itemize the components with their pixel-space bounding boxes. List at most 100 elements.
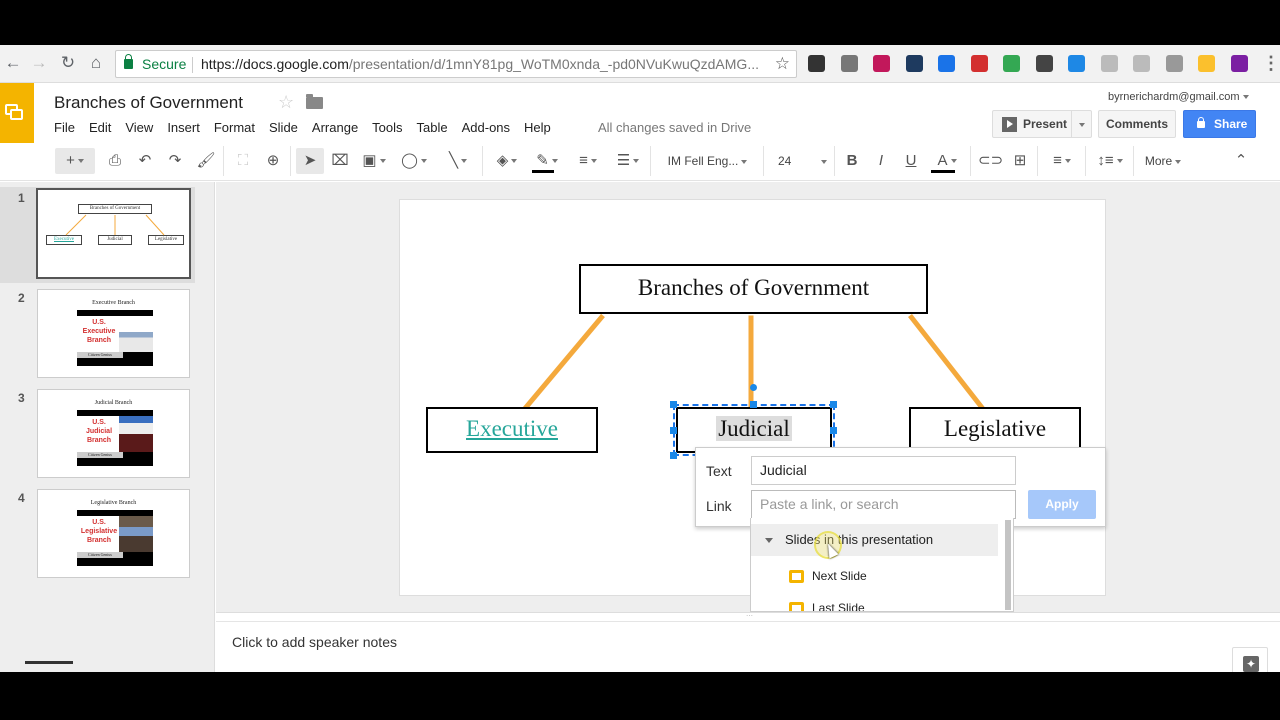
arrow-up-extension-icon[interactable] xyxy=(1068,55,1085,72)
forward-icon[interactable]: → xyxy=(29,53,49,73)
speaker-notes[interactable]: Click to add speaker notes ✦ xyxy=(216,621,1280,672)
menu-file[interactable]: File xyxy=(54,120,75,135)
dropdown-scrollbar[interactable] xyxy=(1005,520,1011,610)
select-tool-icon[interactable]: ➤ xyxy=(296,148,324,174)
camera-extension-icon[interactable] xyxy=(873,55,890,72)
menu-slide[interactable]: Slide xyxy=(269,120,298,135)
news-extension-icon[interactable] xyxy=(905,55,923,72)
slide-thumbnail-1[interactable]: 1 Branches of Government Executive Judic… xyxy=(0,187,195,283)
border-weight-icon[interactable]: ≡ xyxy=(571,148,605,174)
line-icon[interactable]: ╲ xyxy=(440,148,476,174)
menu-help[interactable]: Help xyxy=(524,120,551,135)
slides-section-header[interactable]: Slides in this presentation xyxy=(751,524,998,556)
circle-grey-extension-icon[interactable] xyxy=(1133,55,1150,72)
print-icon[interactable]: ⎙ xyxy=(104,148,126,174)
italic-icon[interactable]: I xyxy=(870,148,892,174)
facebook-icon[interactable] xyxy=(1165,55,1183,72)
font-size-select[interactable]: 24 xyxy=(770,148,828,174)
border-dash-icon[interactable]: ☰ xyxy=(611,148,645,174)
notes-extension-icon[interactable] xyxy=(1198,55,1215,72)
connector-judicial[interactable] xyxy=(748,315,754,410)
bookmark-star-icon[interactable]: ☆ xyxy=(775,51,790,77)
branch-graphic: U.S. Executive Branch Citizen Genius xyxy=(77,310,153,366)
onenote-icon[interactable] xyxy=(1230,55,1248,72)
paint-format-icon[interactable]: 🖌 xyxy=(195,148,217,174)
home-icon[interactable]: ⌂ xyxy=(86,53,106,73)
slide-thumbnail-3[interactable]: 3 Judicial Branch U.S. Judicial Branch Cit… xyxy=(0,387,215,483)
folder-icon[interactable] xyxy=(306,94,323,109)
back-icon[interactable]: ← xyxy=(3,53,23,73)
drive-grey-icon[interactable] xyxy=(1100,55,1118,72)
menu-edit[interactable]: Edit xyxy=(89,120,111,135)
resize-handle[interactable] xyxy=(670,401,677,408)
option-last-slide[interactable]: Last Slide xyxy=(789,601,865,611)
text-color-icon[interactable]: A xyxy=(929,148,965,174)
add-comment-icon[interactable]: ⊞ xyxy=(1009,148,1031,174)
lightbulb-extension-icon[interactable] xyxy=(840,55,858,72)
executive-link[interactable]: Executive xyxy=(466,416,558,441)
chrome-menu-icon[interactable]: ⋮ xyxy=(1262,53,1280,74)
executive-box[interactable]: Executive xyxy=(426,407,598,453)
redo-icon[interactable]: ↷ xyxy=(164,148,186,174)
chevron-down-icon xyxy=(1079,122,1085,127)
google-drive-icon[interactable] xyxy=(1003,55,1020,72)
resize-handle[interactable] xyxy=(670,452,677,459)
filmstrip-scrollbar[interactable] xyxy=(25,661,73,664)
image-icon[interactable]: ▣ xyxy=(358,148,390,174)
share-button[interactable]: Share xyxy=(1183,110,1256,138)
menu-addons[interactable]: Add-ons xyxy=(462,120,510,135)
reload-icon[interactable]: ↻ xyxy=(58,53,78,73)
fill-color-icon[interactable]: ◈ xyxy=(490,148,524,174)
present-button[interactable]: Present xyxy=(992,110,1092,138)
bold-icon[interactable]: B xyxy=(841,148,863,174)
account-switcher[interactable]: byrnerichardm@gmail.com xyxy=(1108,91,1249,103)
owl-extension-icon[interactable] xyxy=(808,55,825,72)
menu-arrange[interactable]: Arrange xyxy=(312,120,358,135)
option-next-slide[interactable]: Next Slide xyxy=(789,569,867,584)
resize-handle[interactable] xyxy=(830,427,837,434)
slides-logo-icon[interactable] xyxy=(0,83,34,143)
zoom-fit-icon[interactable]: ⛶ xyxy=(232,148,254,174)
new-slide-button[interactable]: + xyxy=(55,148,95,174)
menu-insert[interactable]: Insert xyxy=(167,120,200,135)
address-bar[interactable]: Secure https://docs.google.com/presentat… xyxy=(115,50,797,78)
explore-button[interactable]: ✦ xyxy=(1232,647,1268,672)
link-text-input[interactable]: Judicial xyxy=(751,456,1016,485)
apply-button[interactable]: Apply xyxy=(1028,490,1096,519)
comments-button[interactable]: Comments xyxy=(1098,110,1176,138)
notes-resize-handle[interactable]: ⋯ xyxy=(216,612,1280,620)
thumbnail-image: Executive Branch U.S. Executive Branch Cit… xyxy=(37,289,190,378)
border-color-icon[interactable]: ✎ xyxy=(530,148,564,174)
connector-executive[interactable] xyxy=(516,313,605,419)
menu-format[interactable]: Format xyxy=(214,120,255,135)
line-spacing-icon[interactable]: ↕≡ xyxy=(1092,148,1128,174)
menu-view[interactable]: View xyxy=(125,120,153,135)
resize-handle[interactable] xyxy=(750,401,757,408)
shape-icon[interactable]: ◯ xyxy=(397,148,431,174)
undo-icon[interactable]: ↶ xyxy=(134,148,156,174)
root-box[interactable]: Branches of Government xyxy=(579,264,928,314)
present-options-dropdown[interactable] xyxy=(1071,111,1092,137)
link-icon[interactable]: ⊂⊃ xyxy=(978,148,1003,174)
link-url-input[interactable]: Paste a link, or search xyxy=(751,490,1016,519)
resize-handle[interactable] xyxy=(670,427,677,434)
font-family-select[interactable]: IM Fell Eng... xyxy=(660,148,755,174)
video-extension-icon[interactable] xyxy=(938,55,955,72)
openai-extension-icon[interactable] xyxy=(1035,55,1053,72)
slide-thumbnail-4[interactable]: 4 Legislative Branch U.S. Legislative Bran… xyxy=(0,487,215,583)
menu-table[interactable]: Table xyxy=(417,120,448,135)
collapse-toolbar-icon[interactable]: ⌃ xyxy=(1230,148,1252,174)
star-icon[interactable]: ☆ xyxy=(278,92,294,113)
pip-extension-icon[interactable] xyxy=(970,55,988,72)
document-title[interactable]: Branches of Government xyxy=(54,93,243,113)
menu-tools[interactable]: Tools xyxy=(372,120,402,135)
slide-thumbnail-2[interactable]: 2 Executive Branch U.S. Executive Branch C… xyxy=(0,287,215,383)
resize-handle[interactable] xyxy=(830,401,837,408)
underline-icon[interactable]: U xyxy=(900,148,922,174)
rotate-handle[interactable] xyxy=(750,384,757,391)
connector-legislative[interactable] xyxy=(908,313,988,414)
align-icon[interactable]: ≡ xyxy=(1045,148,1079,174)
zoom-icon[interactable]: ⊕ xyxy=(262,148,284,174)
more-button[interactable]: More xyxy=(1138,148,1188,174)
text-box-icon[interactable]: ⌧ xyxy=(329,148,351,174)
